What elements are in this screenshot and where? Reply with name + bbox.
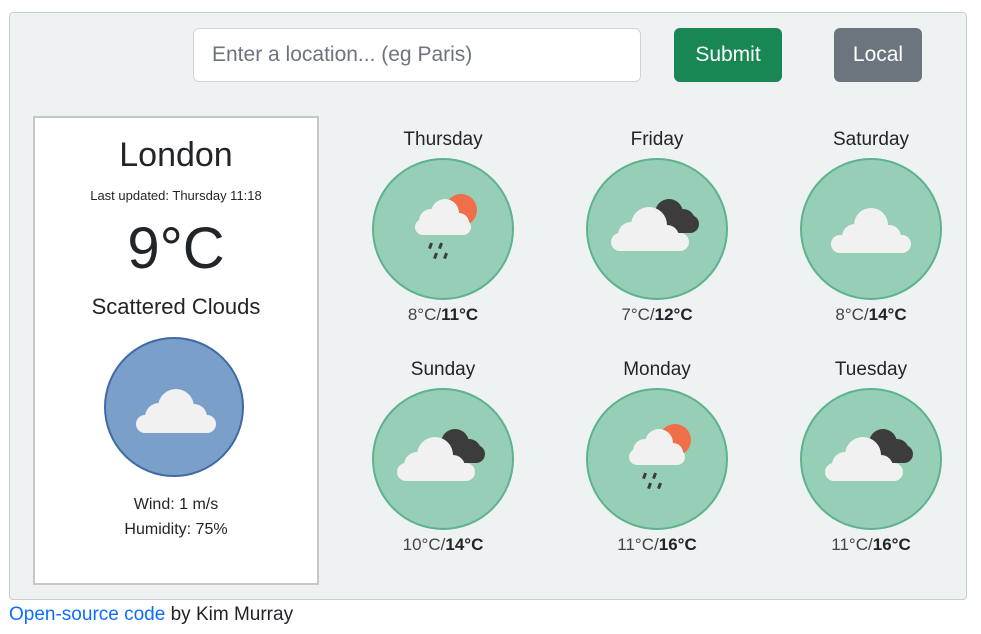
low-temp: 10°C [402, 535, 441, 554]
cloud-icon [104, 337, 244, 477]
sun-cloud-rain-icon [372, 158, 514, 300]
high-temp: 16°C [658, 535, 697, 554]
day-temps: 11°C/16°C [617, 535, 697, 554]
low-temp: 11°C [617, 535, 654, 554]
current-temperature: 9°C [127, 216, 225, 281]
day-temps: 8°C/11°C [407, 305, 479, 324]
weather-panel: Submit Local London Last updated: Thursd… [9, 12, 967, 600]
day-name: Sunday [410, 359, 476, 380]
local-button[interactable]: Local [834, 28, 922, 82]
day-name: Thursday [403, 129, 483, 150]
day-name: Tuesday [834, 359, 908, 380]
day-temps: 10°C/14°C [402, 535, 484, 554]
last-updated: Last updated: Thursday 11:18 [90, 188, 262, 203]
location-search-input[interactable] [193, 28, 641, 82]
submit-button[interactable]: Submit [674, 28, 782, 82]
forecast-day: Friday 7°C/12°C [567, 127, 747, 325]
forecast-day: Saturday 8°C/14°C [781, 127, 961, 325]
high-temp: 14°C [445, 535, 484, 554]
humidity: Humidity: 75% [124, 521, 228, 538]
forecast-day: Thursday 8°C/11°C [353, 127, 533, 325]
day-temps: 8°C/14°C [835, 305, 907, 324]
forecast-day: Tuesday 11°C/16°C [781, 357, 961, 555]
day-temps: 7°C/12°C [621, 305, 693, 324]
day-name: Friday [630, 129, 684, 150]
day-temps: 11°C/16°C [831, 535, 911, 554]
forecast-day: Monday 11°C/16°C [567, 357, 747, 555]
dark-cloud-icon [586, 158, 728, 300]
high-temp: 14°C [868, 305, 907, 324]
footer: Open-source code by Kim Murray [9, 604, 293, 626]
low-temp: 8°C [407, 305, 437, 324]
low-temp: 7°C [621, 305, 650, 324]
low-temp: 8°C [835, 305, 864, 324]
high-temp: 12°C [654, 305, 693, 324]
source-code-link[interactable]: Open-source code [9, 604, 165, 625]
low-temp: 11°C [831, 535, 868, 554]
high-temp: 16°C [872, 535, 911, 554]
current-weather-card: London Last updated: Thursday 11:18 9°C … [33, 116, 319, 585]
day-name: Monday [623, 359, 691, 380]
weather-description: Scattered Clouds [91, 294, 261, 319]
high-temp: 11°C [441, 305, 479, 324]
dark-cloud-icon [800, 388, 942, 530]
city-name: London [119, 136, 233, 174]
cloud-icon [800, 158, 942, 300]
sun-cloud-rain-icon [586, 388, 728, 530]
forecast-day: Sunday 10°C/14°C [353, 357, 533, 555]
wind-speed: Wind: 1 m/s [133, 496, 219, 513]
day-name: Saturday [832, 129, 910, 150]
author-credit: by Kim Murray [165, 604, 294, 625]
dark-cloud-icon [372, 388, 514, 530]
